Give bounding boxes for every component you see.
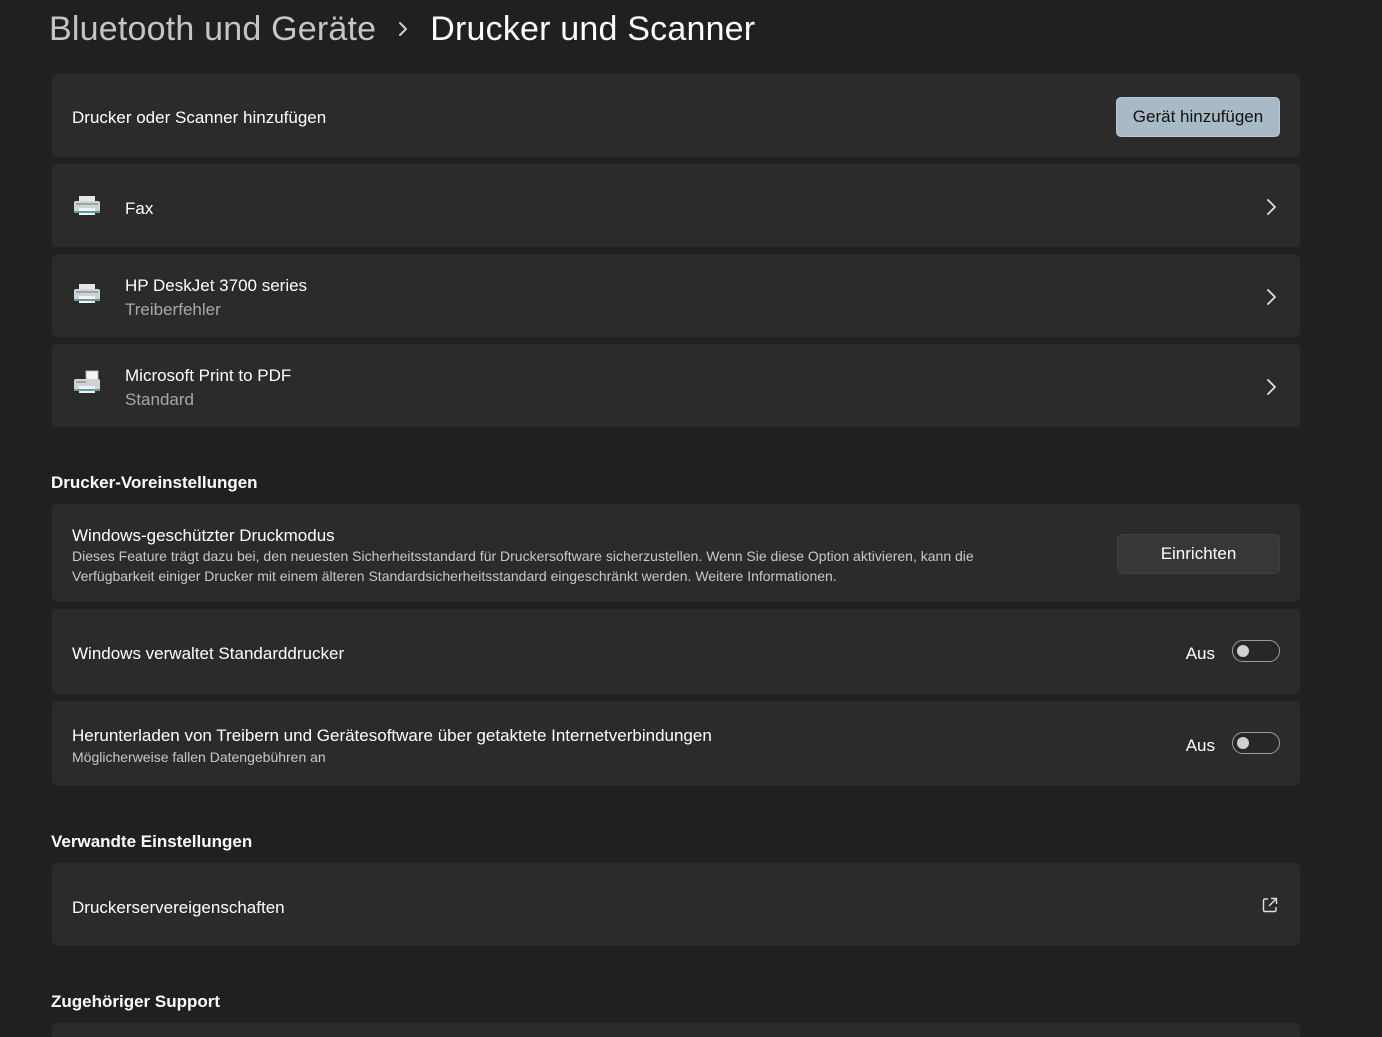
printer-item-print-to-pdf[interactable]: Microsoft Print to PDF Standard — [52, 344, 1300, 427]
toggle-knob — [1237, 737, 1249, 749]
default-printer-state-label: Aus — [1185, 644, 1215, 663]
toggle-knob — [1237, 645, 1249, 657]
section-title-related-support: Zugehöriger Support — [51, 992, 221, 1011]
printer-icon — [72, 282, 102, 308]
printer-status: Treiberfehler — [125, 300, 221, 319]
default-printer-card: Windows verwaltet Standarddrucker Aus — [52, 609, 1300, 694]
section-title-related-settings: Verwandte Einstellungen — [51, 832, 253, 851]
add-device-button[interactable]: Gerät hinzufügen — [1116, 97, 1280, 137]
default-printer-toggle[interactable] — [1232, 640, 1280, 662]
printer-status: Standard — [125, 390, 194, 409]
chevron-right-icon — [1264, 198, 1278, 216]
support-card[interactable] — [52, 1023, 1300, 1037]
fax-printer-icon — [72, 194, 102, 220]
metered-download-card: Herunterladen von Treibern und Gerätesof… — [52, 701, 1300, 786]
default-printer-label: Windows verwaltet Standarddrucker — [72, 644, 345, 663]
metered-download-state-label: Aus — [1185, 736, 1215, 755]
protected-print-mode-card: Windows-geschützter Druckmodus Dieses Fe… — [52, 504, 1300, 602]
print-server-properties-label: Druckerservereigenschaften — [72, 898, 285, 917]
metered-download-sublabel: Möglicherweise fallen Datengebühren an — [72, 749, 326, 765]
chevron-right-icon — [1264, 288, 1278, 306]
section-title-printer-settings: Drucker-Voreinstellungen — [51, 473, 258, 492]
breadcrumb-parent-link[interactable]: Bluetooth und Geräte — [49, 10, 376, 49]
protected-mode-description-line1: Dieses Feature trägt dazu bei, den neues… — [72, 548, 974, 564]
protected-mode-title: Windows-geschützter Druckmodus — [72, 526, 335, 545]
pdf-printer-icon — [72, 370, 102, 396]
breadcrumb: Bluetooth und Geräte Drucker und Scanner — [49, 6, 755, 52]
metered-download-toggle[interactable] — [1232, 732, 1280, 754]
metered-download-label: Herunterladen von Treibern und Gerätesof… — [72, 726, 712, 745]
printer-name: Fax — [125, 199, 154, 218]
add-printer-card: Drucker oder Scanner hinzufügen Gerät hi… — [52, 74, 1300, 157]
printer-item-hp-deskjet[interactable]: HP DeskJet 3700 series Treiberfehler — [52, 254, 1300, 337]
add-printer-label: Drucker oder Scanner hinzufügen — [72, 108, 327, 127]
printer-name: Microsoft Print to PDF — [125, 366, 292, 385]
printer-item-fax[interactable]: Fax — [52, 164, 1300, 247]
chevron-right-icon — [1264, 378, 1278, 396]
page-title: Drucker und Scanner — [430, 9, 756, 48]
setup-button[interactable]: Einrichten — [1117, 534, 1280, 574]
chevron-right-icon — [376, 21, 430, 37]
external-link-icon — [1262, 897, 1278, 913]
printer-name: HP DeskJet 3700 series — [125, 276, 308, 295]
print-server-properties-link[interactable]: Druckerservereigenschaften — [52, 863, 1300, 946]
protected-mode-description-line2: Verfügbarkeit einiger Drucker mit einem … — [72, 568, 837, 584]
